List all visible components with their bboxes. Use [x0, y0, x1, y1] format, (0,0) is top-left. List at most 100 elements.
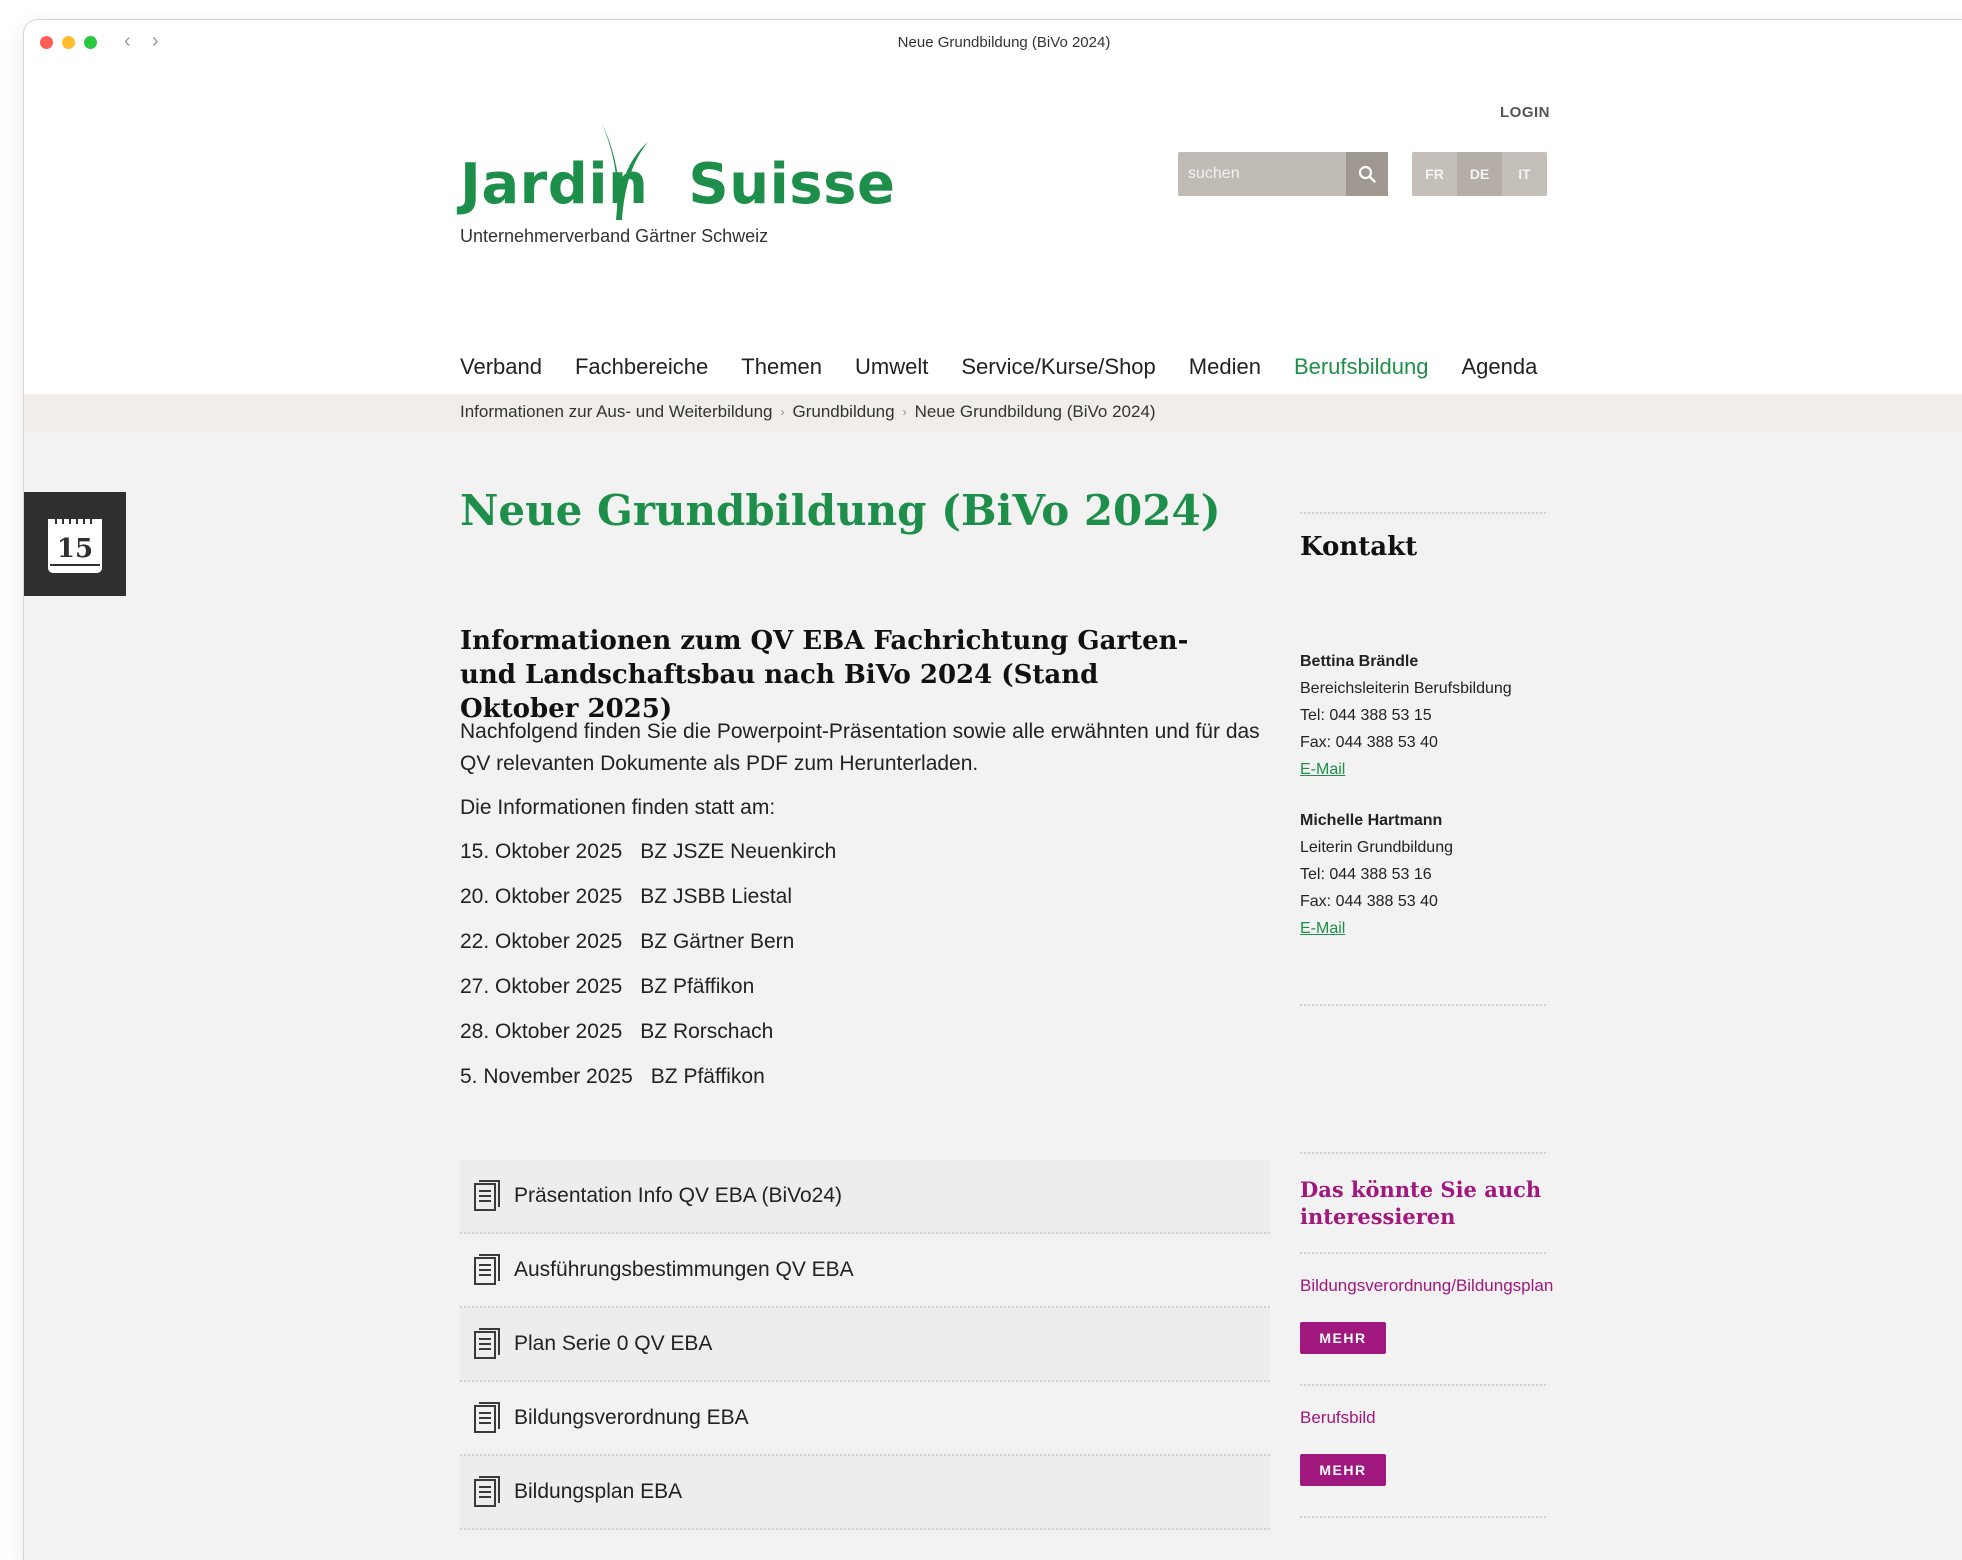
event-date: 15. Oktober 2025	[460, 840, 623, 863]
breadcrumb-bar: Informationen zur Aus- und Weiterbildung…	[24, 394, 1962, 432]
document-icon	[474, 1402, 500, 1433]
calendar-icon: 15	[48, 515, 102, 573]
event-date: 5. November 2025	[460, 1065, 633, 1088]
document-title: Plan Serie 0 QV EBA	[514, 1332, 713, 1355]
date-row: 15. Oktober 2025 BZ JSZE Neuenkirch	[460, 840, 836, 885]
browser-window: ‹ › Neue Grundbildung (BiVo 2024) Jardin…	[24, 20, 1962, 1560]
divider	[1300, 1384, 1546, 1386]
title-bar: ‹ › Neue Grundbildung (BiVo 2024)	[24, 20, 1962, 64]
document-link[interactable]: Plan Serie 0 QV EBA	[460, 1308, 1270, 1382]
document-icon	[474, 1476, 500, 1507]
nav-item-themen[interactable]: Themen	[741, 354, 822, 380]
search-input[interactable]	[1178, 152, 1342, 196]
event-date: 22. Oktober 2025	[460, 930, 623, 953]
contact-tel: Tel: 044 388 53 16	[1300, 866, 1432, 883]
event-place: BZ Pfäffikon	[650, 1065, 765, 1088]
contact-card: Michelle Hartmann Leiterin Grundbildung …	[1300, 807, 1546, 942]
logo-text-suisse: Suisse	[688, 152, 896, 217]
event-place: BZ JSZE Neuenkirch	[640, 840, 837, 863]
document-title: Bildungsverordnung EBA	[514, 1406, 749, 1429]
site-logo[interactable]: Jardin Suisse	[460, 152, 895, 217]
section-title: Informationen zum QV EBA Fachrichtung Ga…	[460, 626, 1189, 724]
calendar-widget[interactable]: 15	[24, 492, 126, 596]
nav-item-medien[interactable]: Medien	[1189, 354, 1261, 380]
event-date: 20. Oktober 2025	[460, 885, 623, 908]
search-button[interactable]	[1346, 152, 1388, 196]
language-switcher: FR DE IT	[1412, 152, 1547, 196]
document-link[interactable]: Bildungsverordnung EBA	[460, 1382, 1270, 1456]
lang-fr[interactable]: FR	[1412, 152, 1457, 196]
document-link[interactable]: Bildungsplan EBA	[460, 1456, 1270, 1530]
document-title: Ausführungsbestimmungen QV EBA	[514, 1258, 854, 1281]
breadcrumb: Informationen zur Aus- und Weiterbildung…	[460, 402, 1156, 422]
sidebar: Kontakt Bettina Brändle Bereichsleiterin…	[1300, 512, 1553, 1518]
contact-card: Bettina Brändle Bereichsleiterin Berufsb…	[1300, 648, 1546, 783]
nav-item-umwelt[interactable]: Umwelt	[855, 354, 928, 380]
related-link[interactable]: Berufsbild	[1300, 1408, 1546, 1428]
nav-item-verband[interactable]: Verband	[460, 354, 542, 380]
login-link[interactable]: LOGIN	[1500, 104, 1550, 121]
nav-item-berufsbildung[interactable]: Berufsbildung	[1294, 354, 1429, 380]
page-title: Neue Grundbildung (BiVo 2024)	[460, 486, 1221, 535]
breadcrumb-item[interactable]: Grundbildung	[792, 402, 894, 422]
contact-title: Kontakt	[1300, 532, 1418, 562]
contact-role: Bereichsleiterin Berufsbildung	[1300, 680, 1512, 697]
related-link[interactable]: Bildungsverordnung/Bildungsplan	[1300, 1276, 1553, 1296]
event-place: BZ JSBB Liestal	[640, 885, 793, 908]
event-place: BZ Rorschach	[640, 1020, 774, 1043]
contact-role: Leiterin Grundbildung	[1300, 839, 1453, 856]
related-item: Berufsbild MEHR	[1300, 1408, 1546, 1486]
contact-email-link[interactable]: E-Mail	[1300, 920, 1345, 937]
divider	[1300, 1152, 1546, 1154]
intro-text: Nachfolgend finden Sie die Powerpoint-Pr…	[460, 720, 1260, 775]
window-title: Neue Grundbildung (BiVo 2024)	[897, 34, 1111, 51]
contact-name: Michelle Hartmann	[1300, 812, 1443, 829]
contact-fax: Fax: 044 388 53 40	[1300, 734, 1438, 751]
lang-de[interactable]: DE	[1457, 152, 1502, 196]
nav-item-service[interactable]: Service/Kurse/Shop	[961, 354, 1155, 380]
calendar-day: 15	[57, 534, 93, 564]
logo-subtitle: Unternehmerverband Gärtner Schweiz	[460, 226, 769, 246]
breadcrumb-separator-icon: ›	[780, 405, 785, 419]
document-title: Präsentation Info QV EBA (BiVo24)	[514, 1184, 843, 1207]
related-item: Bildungsverordnung/Bildungsplan MEHR	[1300, 1276, 1553, 1354]
document-icon	[474, 1254, 500, 1285]
breadcrumb-item[interactable]: Informationen zur Aus- und Weiterbildung	[460, 402, 772, 422]
search-box	[1178, 152, 1388, 196]
contact-email-link[interactable]: E-Mail	[1300, 761, 1345, 778]
event-place: BZ Pfäffikon	[640, 975, 755, 998]
divider	[1300, 512, 1546, 514]
dates-intro: Die Informationen finden statt am:	[460, 796, 776, 819]
site-header: Jardin Suisse Unternehmerverband Gärtner …	[24, 64, 1962, 394]
divider	[1300, 1252, 1546, 1254]
date-row: 5. November 2025 BZ Pfäffikon	[460, 1065, 836, 1110]
date-row: 28. Oktober 2025 BZ Rorschach	[460, 1020, 836, 1065]
event-place: BZ Gärtner Bern	[640, 930, 795, 953]
divider	[1300, 1516, 1546, 1518]
breadcrumb-separator-icon: ›	[902, 405, 907, 419]
document-icon	[474, 1180, 500, 1211]
document-link[interactable]: Präsentation Info QV EBA (BiVo24)	[460, 1160, 1270, 1234]
lang-it[interactable]: IT	[1502, 152, 1547, 196]
document-icon	[474, 1328, 500, 1359]
date-row: 27. Oktober 2025 BZ Pfäffikon	[460, 975, 836, 1020]
contact-tel: Tel: 044 388 53 15	[1300, 707, 1432, 724]
nav-item-fachbereiche[interactable]: Fachbereiche	[575, 354, 708, 380]
divider	[1300, 1004, 1546, 1006]
more-button[interactable]: MEHR	[1300, 1454, 1386, 1486]
more-button[interactable]: MEHR	[1300, 1322, 1386, 1354]
contact-fax: Fax: 044 388 53 40	[1300, 893, 1438, 910]
document-list: Präsentation Info QV EBA (BiVo24) Ausfüh…	[460, 1160, 1270, 1530]
document-link[interactable]: Ausführungsbestimmungen QV EBA	[460, 1234, 1270, 1308]
date-row: 22. Oktober 2025 BZ Gärtner Bern	[460, 930, 836, 975]
breadcrumb-item-current: Neue Grundbildung (BiVo 2024)	[914, 402, 1156, 421]
contact-name: Bettina Brändle	[1300, 653, 1419, 670]
date-list: 15. Oktober 2025 BZ JSZE Neuenkirch 20. O…	[460, 840, 836, 1110]
document-title: Bildungsplan EBA	[514, 1480, 683, 1503]
nav-item-agenda[interactable]: Agenda	[1461, 354, 1537, 380]
event-date: 28. Oktober 2025	[460, 1020, 623, 1043]
event-date: 27. Oktober 2025	[460, 975, 623, 998]
related-title: Das könnte Sie auch interessieren	[1300, 1177, 1542, 1229]
date-row: 20. Oktober 2025 BZ JSBB Liestal	[460, 885, 836, 930]
main-navigation: Verband Fachbereiche Themen Umwelt Servi…	[460, 354, 1537, 380]
